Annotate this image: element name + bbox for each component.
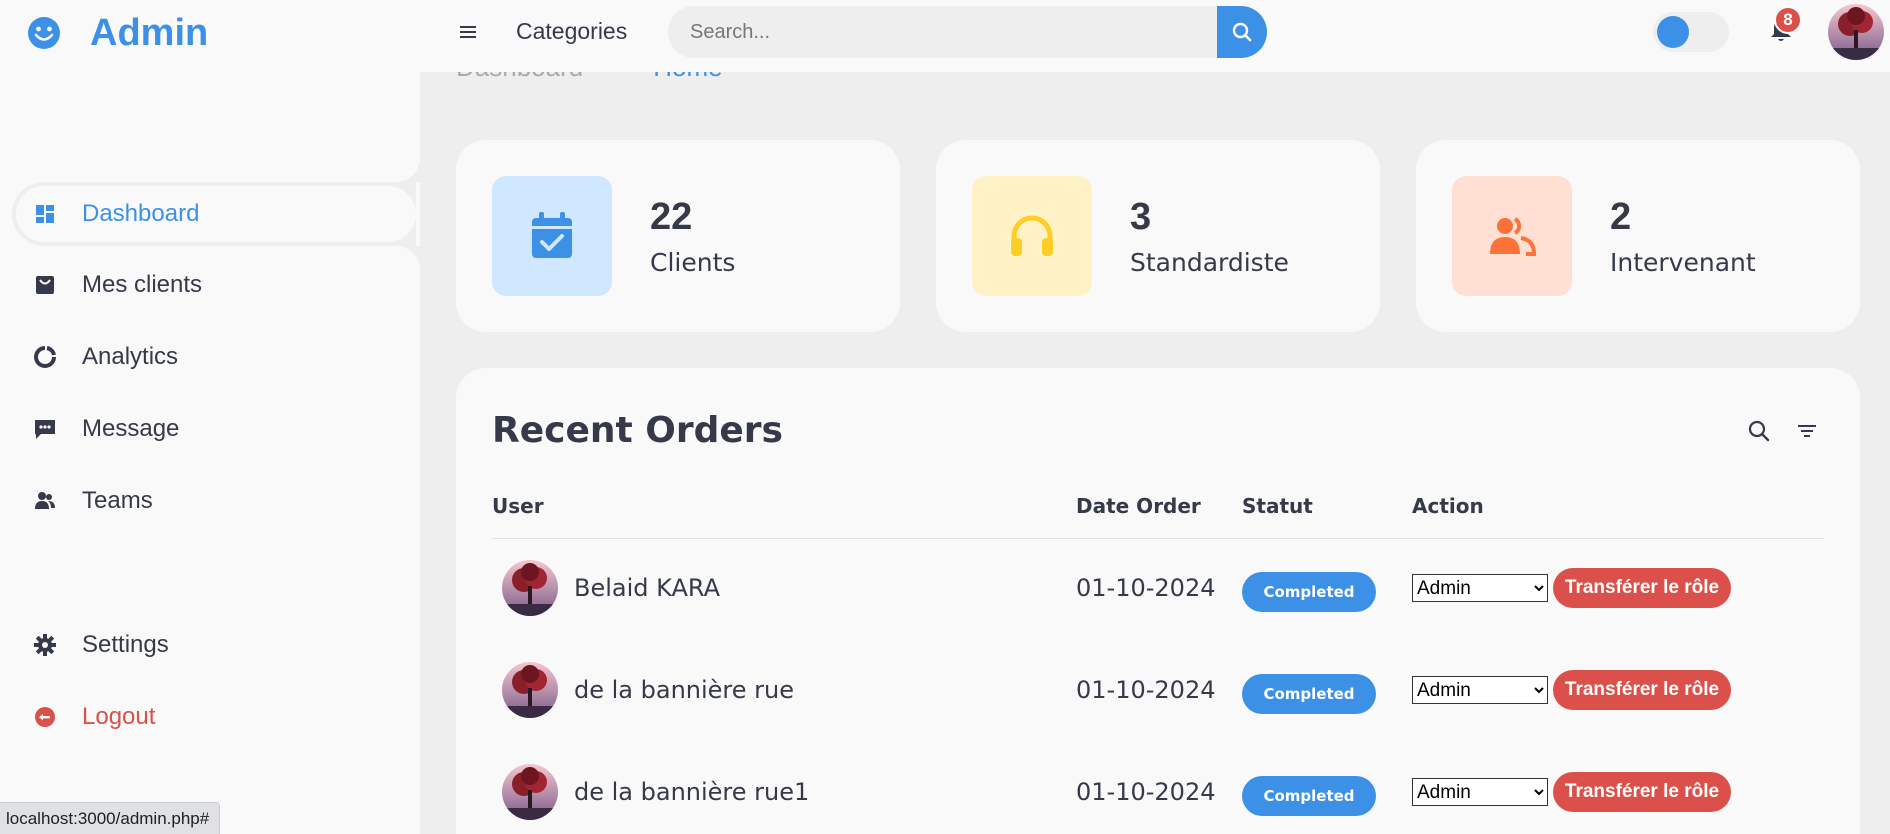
group-icon — [1452, 176, 1572, 296]
stat-card-intervenant: 2 Intervenant — [1416, 140, 1860, 332]
theme-toggle[interactable] — [1653, 12, 1729, 52]
headphones-icon — [972, 176, 1092, 296]
stat-label: Standardiste — [1130, 248, 1289, 277]
message-dots-icon — [32, 416, 58, 442]
breadcrumb-dashboard[interactable]: Dashboard — [456, 72, 583, 83]
stat-value: 2 — [1610, 196, 1632, 238]
status-badge: Completed — [1242, 674, 1376, 714]
breadcrumb: Dashboard Home — [456, 72, 723, 83]
sidebar-item-analytics[interactable]: Analytics — [12, 325, 414, 389]
section-title: Recent Orders — [492, 410, 783, 451]
sidebar-item-label: Logout — [82, 703, 156, 730]
gear-icon — [32, 632, 58, 658]
user-name: de la bannière rue — [574, 676, 795, 704]
column-header-date: Date Order — [1076, 494, 1201, 518]
order-date: 01-10-2024 — [1076, 778, 1216, 806]
column-header-status: Statut — [1242, 494, 1313, 518]
filter-icon[interactable] — [1794, 418, 1820, 444]
order-date: 01-10-2024 — [1076, 574, 1216, 602]
role-select[interactable]: Admin — [1412, 574, 1548, 602]
group-icon — [32, 488, 58, 514]
sidebar-item-logout[interactable]: Logout — [12, 685, 414, 749]
sidebar-item-settings[interactable]: Settings — [12, 613, 414, 677]
brand[interactable]: Admin — [26, 10, 208, 56]
search-form — [668, 6, 1268, 58]
nav-link-categories[interactable]: Categories — [516, 18, 627, 45]
stat-card-standardiste: 3 Standardiste — [936, 140, 1380, 332]
sidebar-item-dashboard[interactable]: Dashboard — [12, 182, 416, 246]
user-name: Belaid KARA — [574, 574, 720, 602]
column-header-action: Action — [1412, 494, 1484, 518]
recent-orders-panel: Recent Orders User Date Order Statut Act… — [456, 368, 1860, 834]
shopping-bag-icon — [32, 272, 58, 298]
table-row: de la bannière rue 01-10-2024 Completed … — [456, 640, 1860, 740]
logout-circle-icon — [32, 704, 58, 730]
sidebar-item-label: Dashboard — [82, 200, 200, 227]
active-item-notch — [396, 142, 420, 182]
stat-label: Intervenant — [1610, 248, 1756, 277]
user-name: de la bannière rue1 — [574, 778, 810, 806]
sidebar-item-label: Analytics — [82, 343, 179, 370]
dashboard-icon — [32, 201, 58, 227]
notification-badge: 8 — [1774, 6, 1802, 34]
main-content: Dashboard Home 22 Clients 3 Standardiste — [420, 72, 1890, 834]
order-date: 01-10-2024 — [1076, 676, 1216, 704]
sidebar-item-label: Mes clients — [82, 271, 203, 298]
role-select[interactable]: Admin — [1412, 778, 1548, 806]
browser-status-url: localhost:3000/admin.php# — [0, 802, 221, 834]
theme-toggle-knob — [1657, 16, 1689, 48]
transfer-role-button[interactable]: Transférer le rôle — [1553, 568, 1731, 608]
search-input[interactable] — [668, 6, 1220, 58]
smiley-icon — [28, 17, 60, 49]
user-avatar — [502, 560, 558, 616]
stat-card-clients: 22 Clients — [456, 140, 900, 332]
stat-label: Clients — [650, 248, 736, 277]
status-badge: Completed — [1242, 572, 1376, 612]
search-icon — [1232, 22, 1252, 42]
transfer-role-button[interactable]: Transférer le rôle — [1553, 670, 1731, 710]
sidebar-item-label: Message — [82, 415, 180, 442]
stat-value: 3 — [1130, 196, 1152, 238]
brand-name: Admin — [90, 11, 209, 54]
table-row: Belaid KARA 01-10-2024 Completed Admin T… — [456, 538, 1860, 638]
menu-icon[interactable] — [458, 22, 478, 42]
role-select[interactable]: Admin — [1412, 676, 1548, 704]
table-row: de la bannière rue1 01-10-2024 Completed… — [456, 742, 1860, 834]
sidebar-item-label: Teams — [82, 487, 153, 514]
sidebar-item-label: Settings — [82, 631, 169, 658]
doughnut-chart-icon — [32, 344, 58, 370]
sidebar-item-mes-clients[interactable]: Mes clients — [12, 253, 414, 317]
search-icon[interactable] — [1746, 418, 1772, 444]
sidebar-item-teams[interactable]: Teams — [12, 469, 414, 533]
active-item-background — [16, 186, 416, 242]
transfer-role-button[interactable]: Transférer le rôle — [1553, 772, 1731, 812]
profile-avatar[interactable] — [1828, 4, 1884, 60]
user-avatar — [502, 764, 558, 820]
tree-avatar-image — [1828, 4, 1884, 60]
stat-value: 22 — [650, 196, 693, 238]
status-badge: Completed — [1242, 776, 1376, 816]
top-navbar: Admin Categories 8 — [0, 0, 1890, 72]
search-button[interactable] — [1217, 6, 1267, 58]
sidebar-item-message[interactable]: Message — [12, 397, 414, 461]
user-avatar — [502, 662, 558, 718]
column-header-user: User — [492, 494, 544, 518]
breadcrumb-home[interactable]: Home — [653, 72, 722, 83]
calendar-check-icon — [492, 176, 612, 296]
